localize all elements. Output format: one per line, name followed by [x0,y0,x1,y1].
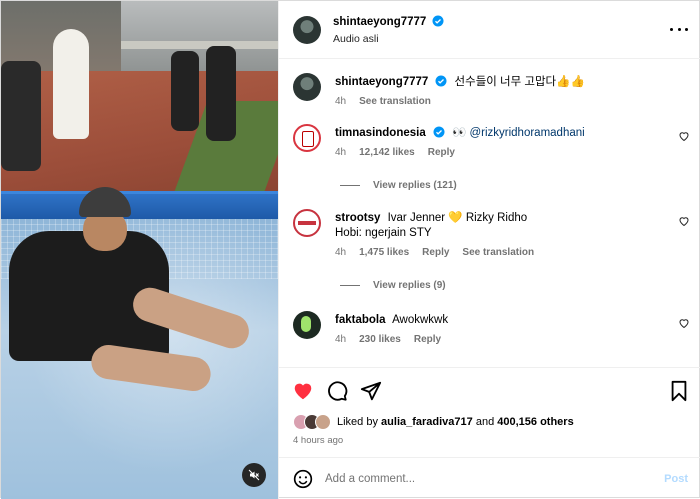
comment-time[interactable]: 4h [335,147,346,158]
audio-label[interactable]: Audio asli [333,33,379,45]
speaker-muted-icon [248,469,260,481]
likes-count[interactable]: 400,156 others [497,416,573,428]
post-dialog: shintaeyong7777 Audio asli shintaeyong77… [0,0,700,499]
comment-icon[interactable] [326,380,348,402]
comment-input[interactable] [325,470,645,488]
post-timestamp[interactable]: 4 hours ago [293,435,343,446]
reply-button[interactable]: Reply [414,334,441,345]
see-translation-link[interactable]: See translation [462,247,534,258]
comment-text: Ivar Jenner 💛 Rizky Ridho [387,212,528,224]
post-header: shintaeyong7777 Audio asli [279,1,700,59]
comment-time[interactable]: 4h [335,334,346,345]
more-options-button[interactable] [670,21,688,37]
see-translation-link[interactable]: See translation [359,96,431,107]
view-replies-button[interactable]: View replies (121) [340,180,457,191]
comment-composer: Post [279,457,700,499]
heart-filled-icon[interactable] [292,380,314,402]
post-video[interactable] [1,1,278,499]
comment-text: 👀 @rizkyridhoramadhani [451,127,585,139]
author-username[interactable]: shintaeyong7777 [333,16,426,28]
liked-by-prefix: Liked by [337,416,378,428]
send-icon[interactable] [360,380,382,402]
comment-time[interactable]: 4h [335,247,346,258]
view-replies-button[interactable]: View replies (9) [340,280,446,291]
heart-outline-icon[interactable] [678,215,690,227]
post-comment-button[interactable]: Post [664,473,688,485]
commenter-avatar[interactable] [293,209,321,237]
commenter-avatar[interactable] [293,311,321,339]
mute-button[interactable] [242,463,266,487]
comment-username[interactable]: timnasindonesia [335,127,426,139]
caption-time[interactable]: 4h [335,96,346,107]
comment-likes[interactable]: 1,475 likes [359,247,409,258]
comment-text-line2: Hobi: ngerjain STY [335,227,432,239]
author-avatar[interactable] [293,73,321,101]
caption-username[interactable]: shintaeyong7777 [335,76,428,88]
comment-text: Awokwkwk [392,314,449,326]
comment-username[interactable]: strootsy [335,212,380,224]
post-details-panel: shintaeyong7777 Audio asli shintaeyong77… [278,1,700,499]
caption-text: 선수들이 너무 고맙다👍👍 [454,76,585,88]
comments-list[interactable]: shintaeyong7777 선수들이 너무 고맙다👍👍 4h See tra… [279,60,700,367]
liked-by-user[interactable]: aulia_faradiva717 [381,416,473,428]
commenter-avatar[interactable] [293,124,321,152]
comment-username[interactable]: faktabola [335,314,386,326]
comment-likes[interactable]: 230 likes [359,334,401,345]
verified-badge-icon [433,126,445,138]
bookmark-icon[interactable] [668,380,690,402]
avatar [315,414,331,430]
verified-badge-icon [432,15,444,27]
comment-likes[interactable]: 12,142 likes [359,147,415,158]
verified-badge-icon [435,75,447,87]
emoji-icon[interactable] [293,469,313,489]
author-avatar[interactable] [293,16,321,44]
likes-summary: Liked by aulia_faradiva717 and 400,156 o… [293,414,574,430]
heart-outline-icon[interactable] [678,317,690,329]
post-actions: Liked by aulia_faradiva717 and 400,156 o… [279,367,700,457]
reply-button[interactable]: Reply [422,247,449,258]
liker-avatars [293,414,331,430]
liked-by-and: and [475,416,495,428]
heart-outline-icon[interactable] [678,130,690,142]
reply-button[interactable]: Reply [428,147,455,158]
more-horizontal-icon [670,27,673,31]
